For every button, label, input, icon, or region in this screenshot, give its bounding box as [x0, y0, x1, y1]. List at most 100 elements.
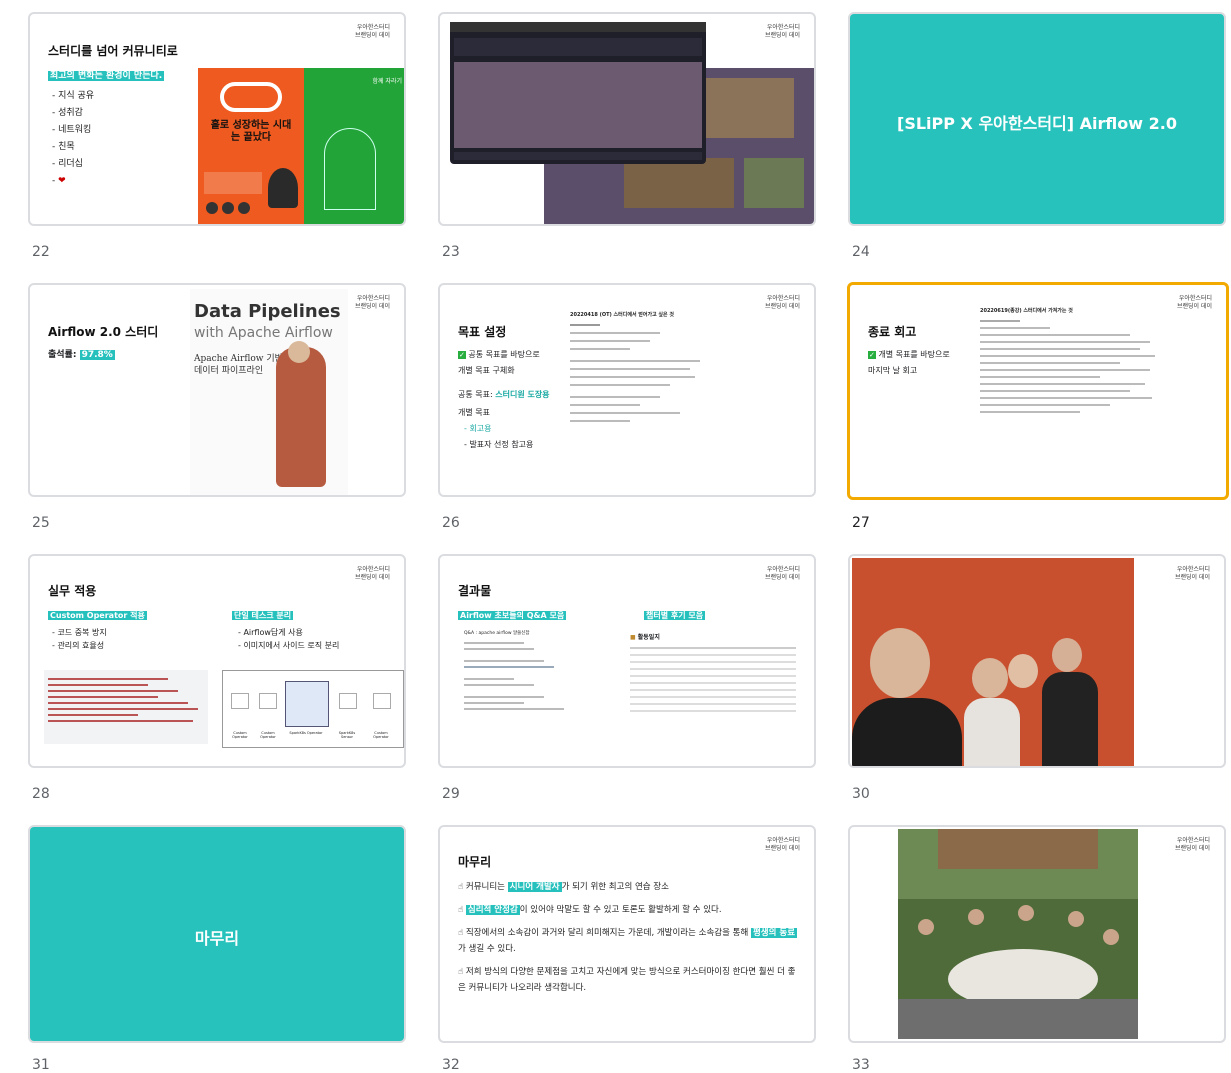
slide-thumb-31[interactable]: 마무리	[28, 825, 406, 1043]
section-heading: 단일 테스크 분리	[232, 611, 294, 620]
slide-thumb-26[interactable]: 우아한스터디 브랜딩이 데이 목표 설정 ✓ 공통 목표를 바탕으로 개별 목표 …	[438, 283, 816, 497]
book-title: 함께 자라기	[372, 78, 402, 85]
slide-thumb-32[interactable]: 우아한스터디 브랜딩이 데이 마무리 ☝ 커뮤니티는 시니어 개발자 가 되기 위한…	[438, 825, 816, 1043]
book-title: Data Pipelines	[194, 301, 341, 322]
diagram-label: Custom Operator	[232, 731, 248, 739]
slide-number: 33	[852, 1057, 870, 1073]
brand-label: 우아한스터디 브랜딩이 데이	[1176, 295, 1212, 310]
qa-document-image: Q&A : apache airflow 알쓸신잡	[464, 630, 584, 748]
brand-label: 우아한스터디 브랜딩이 데이	[764, 295, 800, 310]
group-photo-image	[852, 558, 1134, 766]
slide-title: 실무 적용	[48, 584, 97, 598]
check-text: 개별 목표 구체화	[458, 366, 515, 375]
slide-number: 23	[442, 244, 460, 260]
list-item: 코드 중복 방지	[52, 626, 106, 639]
list-item: 리더십	[52, 156, 94, 173]
slide-title: 목표 설정	[458, 325, 507, 339]
slide-title: [SLiPP X 우아한스터디] Airflow 2.0	[897, 114, 1177, 133]
pipeline-diagram-image: Custom Operator Custom Operator SparkK8s…	[222, 670, 404, 748]
attendance-label: 출석률:	[48, 350, 77, 360]
diagram-label: SparkK8s Sensor	[338, 731, 356, 739]
list-item: 관리의 효율성	[52, 639, 107, 652]
slide-number: 28	[32, 786, 50, 802]
doc-title: 활동일지	[637, 634, 660, 641]
brand-label: 우아한스터디 브랜딩이 데이	[1174, 566, 1210, 581]
book-subtitle: with Apache Airflow	[194, 325, 333, 341]
brand-label: 우아한스터디 브랜딩이 데이	[354, 24, 390, 39]
doc-title: Q&A : apache airflow 알쓸신잡	[464, 631, 530, 636]
list-item: 지식 공유	[52, 88, 94, 105]
list-item: 이미지에서 사이드 로직 분리	[238, 639, 339, 652]
pointing-hand-icon: ☝	[458, 905, 464, 915]
pointing-hand-icon: ☝	[458, 882, 464, 892]
closing-line: ☝ 커뮤니티는 시니어 개발자 가 되기 위한 최고의 연습 장소	[458, 882, 669, 892]
brand-label: 우아한스터디 브랜딩이 데이	[1174, 837, 1210, 852]
slide-thumb-33[interactable]: 우아한스터디 브랜딩이 데이	[848, 825, 1226, 1043]
closing-line: ☝ 저희 방식의 다양한 문제점을 고치고 자신에게 맞는 방식으로 커스터마이…	[458, 967, 796, 993]
slide-thumb-28[interactable]: 우아한스터디브랜딩이 데이 실무 적용 Custom Operator 적용 코…	[28, 554, 406, 768]
notes-document-image: 20220418 (OT) 스터디에서 얻어가고 싶은 것	[570, 311, 710, 491]
list-item: 친목	[52, 139, 94, 156]
brand-label: 우아한스터디 브랜딩이 데이	[354, 295, 390, 310]
slide-thumb-30[interactable]: 우아한스터디 브랜딩이 데이	[848, 554, 1226, 768]
list-item: 네트워킹	[52, 122, 94, 139]
brand-label: 우아한스터디 브랜딩이 데이	[764, 566, 800, 581]
common-goal-value: 스터디원 도장용	[495, 390, 550, 399]
list-item: Airflow답게 사용	[238, 626, 339, 639]
slide-thumb-22[interactable]: 우아한스터디 브랜딩이 데이 스터디를 넘어 커뮤니티로 최고의 변화는 환경이 …	[28, 12, 406, 226]
slide-title: 스터디를 넘어 커뮤니티로	[48, 44, 178, 58]
pointing-hand-icon: ☝	[458, 928, 464, 938]
section-heading: Custom Operator 적용	[48, 611, 147, 620]
bullet-list: 코드 중복 방지 관리의 효율성	[52, 626, 107, 652]
slide-number: 29	[442, 786, 460, 802]
book-kr-title: 데이터 파이프라인	[194, 366, 264, 376]
slide-thumb-27[interactable]: 우아한스터디 브랜딩이 데이 종료 회고 ✓ 개별 목표를 바탕으로 마지막 날 …	[847, 282, 1229, 500]
slide-thumb-23[interactable]: 우아한스터디 브랜딩이 데이	[438, 12, 816, 226]
diagram-label: SparkK8s Operator	[289, 731, 323, 735]
video-call-window-image	[450, 22, 706, 164]
list-item: 성취감	[52, 105, 94, 122]
book-cover-green-image: 함께 자라기	[304, 68, 404, 224]
attendance-value: 97.8%	[79, 350, 115, 360]
slide-thumb-25[interactable]: 우아한스터디 브랜딩이 데이 Airflow 2.0 스터디 출석률: 97.8%…	[28, 283, 406, 497]
list-item: 발표자 선정 참고용	[469, 440, 534, 449]
slide-title: 마무리	[194, 929, 240, 948]
book-cover-image: 홀로 성장하는 시대는 끝났다	[198, 68, 304, 224]
brand-label: 우아한스터디 브랜딩이 데이	[354, 566, 390, 581]
slide-title: 마무리	[458, 855, 492, 869]
slide-number: 31	[32, 1057, 50, 1073]
closing-line: ☝ 직장에서의 소속감이 과거와 달리 희미해지는 가운데, 개발이라는 소속감…	[458, 928, 798, 954]
doc-title: 20220619(종강) 스터디에서 가져가는 것	[980, 308, 1073, 314]
section-heading: 챕터별 후기 모음	[644, 611, 706, 620]
slide-title: Airflow 2.0 스터디	[48, 325, 159, 339]
slide-thumb-24[interactable]: [SLiPP X 우아한스터디] Airflow 2.0	[848, 12, 1226, 226]
checkmark-icon: ✓	[458, 351, 466, 359]
section-heading: Airflow 초보들의 Q&A 모음	[458, 611, 567, 620]
pointing-hand-icon: ☝	[458, 967, 464, 977]
checkmark-icon: ✓	[868, 351, 876, 359]
closing-line: ☝ 심리적 안정감 이 있어야 막말도 할 수 있고 토론도 활발하게 할 수 있…	[458, 905, 722, 915]
check-text: 공통 목표를 바탕으로	[468, 350, 540, 359]
bullet-list: 지식 공유 성취감 네트워킹 친목 리더십 ❤	[52, 88, 94, 190]
bullet-list: Airflow답게 사용 이미지에서 사이드 로직 분리	[238, 626, 339, 652]
check-text: 개별 목표를 바탕으로	[878, 350, 950, 359]
slide-thumb-29[interactable]: 우아한스터디 브랜딩이 데이 결과물 Airflow 초보들의 Q&A 모음 챕터…	[438, 554, 816, 768]
individual-goal-label: 개별 목표	[458, 408, 490, 417]
slide-number: 26	[442, 515, 460, 531]
highlight-text: 최고의 변화는 환경이 만든다.	[48, 71, 165, 81]
slide-number: 24	[852, 244, 870, 260]
slide-number: 27	[852, 515, 870, 531]
doc-title: 20220418 (OT) 스터디에서 얻어가고 싶은 것	[570, 312, 674, 318]
diagram-label: Custom Operator	[260, 731, 276, 739]
activity-log-table-image: ■ 활동일지	[630, 632, 800, 748]
book-cover-image: Data Pipelines with Apache Airflow Apach…	[190, 289, 348, 495]
slide-title: 결과물	[458, 584, 492, 598]
list-item: ❤	[52, 173, 94, 190]
folder-icon: ■	[630, 634, 636, 641]
brand-label: 우아한스터디 브랜딩이 데이	[764, 24, 800, 39]
common-goal-label: 공통 목표:	[458, 390, 493, 399]
heart-icon: ❤	[58, 176, 66, 186]
book-title: 홀로 성장하는 시대는 끝났다	[210, 120, 292, 143]
notes-document-image: 20220619(종강) 스터디에서 가져가는 것	[980, 307, 1160, 487]
slide-number: 30	[852, 786, 870, 802]
